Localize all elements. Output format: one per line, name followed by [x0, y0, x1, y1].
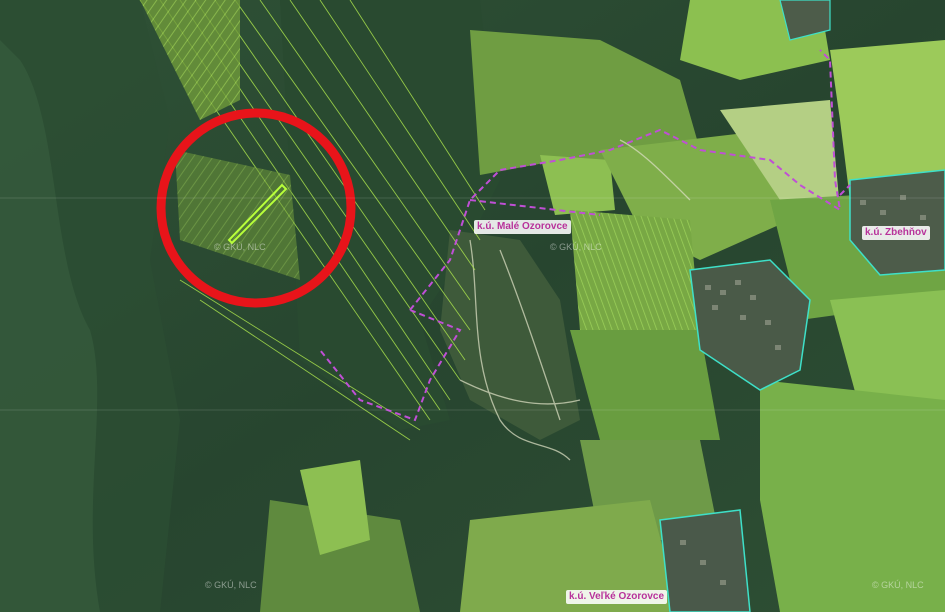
watermark-4: © GKÚ, NLC — [872, 580, 924, 590]
label-zbehnov[interactable]: k.ú. Zbehňov — [862, 226, 930, 240]
watermark-2: © GKÚ, NLC — [214, 242, 266, 252]
watermark-1: © GKÚ, NLC — [205, 580, 257, 590]
orthophoto-layer — [0, 0, 945, 612]
label-male-ozorovce[interactable]: k.ú. Malé Ozorovce — [474, 220, 571, 234]
map-view[interactable]: k.ú. Malé Ozorovce k.ú. Zbehňov k.ú. Veľ… — [0, 0, 945, 612]
label-velke-ozorovce[interactable]: k.ú. Veľké Ozorovce — [566, 590, 668, 604]
watermark-3: © GKÚ, NLC — [550, 242, 602, 252]
